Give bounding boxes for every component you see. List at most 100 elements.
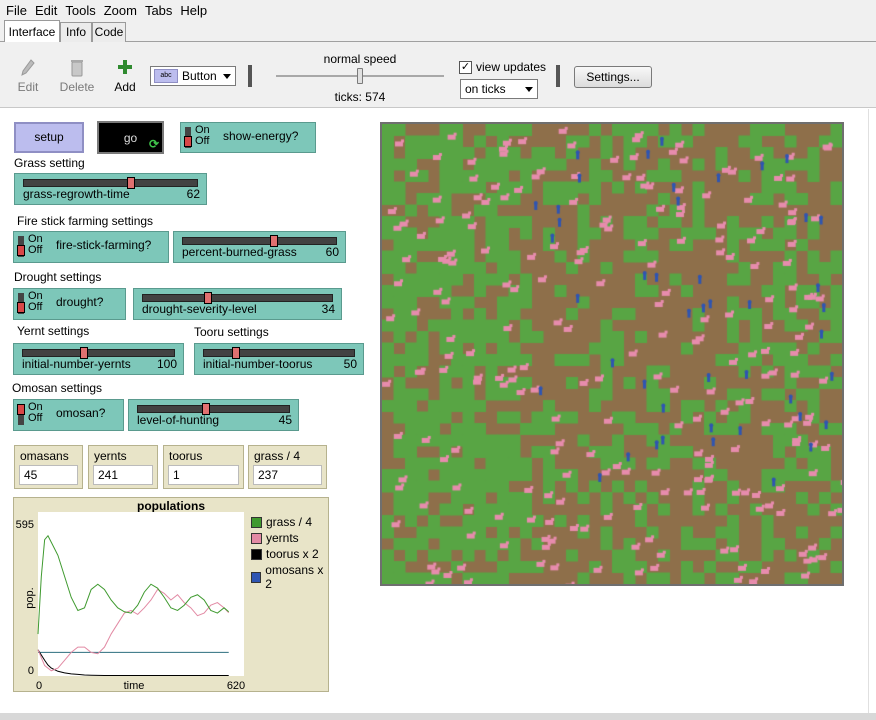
slider-track [22, 349, 175, 357]
monitor-label: grass / 4 [254, 449, 301, 463]
switch-label: omosan? [56, 406, 106, 420]
yernts-monitor: yernts 241 [88, 445, 158, 489]
slider-value: 60 [325, 245, 339, 259]
legend-item-yernts: yernts [251, 531, 299, 545]
horizontal-scrollbar[interactable] [0, 713, 876, 720]
grass-monitor: grass / 4 237 [248, 445, 327, 489]
button-widget-icon: abc [154, 69, 178, 83]
grass-regrowth-time-slider[interactable]: grass-regrowth-time 62 [14, 173, 207, 205]
switch-knob [17, 245, 25, 256]
x-tick-max: 620 [227, 680, 245, 692]
percent-burned-grass-slider[interactable]: percent-burned-grass 60 [173, 231, 346, 263]
slider-name: initial-number-toorus [203, 357, 313, 371]
plus-icon [105, 58, 145, 80]
monitor-label: toorus [169, 449, 203, 463]
legend-swatch [251, 571, 262, 583]
legend-label: toorus x 2 [266, 547, 319, 561]
menu-edit[interactable]: Edit [31, 3, 61, 18]
tab-info[interactable]: Info [60, 22, 92, 42]
switch-label: fire-stick-farming? [56, 238, 152, 252]
trash-icon [57, 58, 97, 80]
speed-slider-thumb[interactable] [357, 68, 363, 84]
drought-severity-level-slider[interactable]: drought-severity-level 34 [133, 288, 342, 320]
slider-value: 100 [156, 357, 177, 371]
plot-background [38, 512, 244, 676]
level-of-hunting-slider[interactable]: level-of-hunting 45 [128, 399, 299, 431]
y-tick-min: 0 [28, 665, 34, 677]
initial-number-toorus-slider[interactable]: initial-number-toorus 50 [194, 343, 364, 375]
checkmark-icon: ✓ [460, 61, 471, 73]
menu-zoom[interactable]: Zoom [100, 3, 141, 18]
view-updates-label: view updates [476, 60, 547, 74]
add-label: Add [114, 80, 136, 94]
toorus-monitor: toorus 1 [163, 445, 244, 489]
switch-track [17, 236, 25, 257]
slider-name: level-of-hunting [137, 413, 220, 427]
update-mode-dropdown[interactable]: on ticks [460, 79, 538, 99]
legend-label: omosans x 2 [265, 563, 324, 591]
slider-name: percent-burned-grass [182, 245, 297, 259]
ticks-counter: ticks: 574 [334, 90, 386, 104]
vertical-scrollbar[interactable] [868, 109, 876, 713]
world-canvas [382, 124, 842, 584]
yernt-section-label: Yernt settings [17, 324, 90, 338]
slider-name: grass-regrowth-time [23, 187, 130, 201]
drought-switch[interactable]: On Off drought? [13, 288, 126, 320]
x-axis-label: time [124, 680, 145, 692]
monitor-value: 237 [253, 465, 322, 485]
settings-button[interactable]: Settings... [574, 66, 652, 88]
omosan-switch[interactable]: On Off omosan? [13, 399, 124, 431]
chevron-down-icon [525, 87, 533, 92]
monitor-value: 241 [93, 465, 153, 485]
add-button[interactable]: Add [105, 58, 145, 94]
slider-value: 34 [321, 302, 335, 316]
switch-track [17, 404, 25, 425]
switch-knob [184, 136, 192, 147]
menu-help[interactable]: Help [176, 3, 211, 18]
delete-button[interactable]: Delete [57, 58, 97, 94]
chevron-down-icon [223, 74, 231, 79]
menu-tools[interactable]: Tools [61, 3, 99, 18]
widget-type-value: Button [182, 69, 217, 83]
toolbar-separator [248, 65, 252, 87]
switch-track [184, 127, 192, 148]
switch-off-label: Off [28, 412, 43, 424]
switch-label: drought? [56, 295, 104, 309]
legend-item-omosans: omosans x 2 [251, 563, 328, 591]
switch-off-label: Off [28, 301, 43, 313]
slider-value: 50 [343, 357, 357, 371]
drought-section-label: Drought settings [14, 270, 102, 284]
legend-swatch [251, 548, 262, 560]
edit-label: Edit [17, 80, 39, 94]
forever-icon: ⟳ [148, 137, 159, 151]
widget-type-dropdown[interactable]: abc Button [150, 66, 236, 86]
tab-code[interactable]: Code [92, 22, 126, 42]
edit-button[interactable]: Edit [8, 58, 48, 94]
monitor-value: 45 [19, 465, 78, 485]
populations-plot: populations 595 0 0 620 time pop. grass … [13, 497, 329, 692]
switch-track [17, 293, 25, 314]
tab-interface[interactable]: Interface [4, 20, 60, 43]
show-energy-switch[interactable]: On Off show-energy? [180, 122, 316, 153]
legend-swatch [251, 532, 262, 544]
monitor-label: omasans [20, 449, 69, 463]
toolbar: Edit Delete Add abc Button normal speed … [0, 42, 876, 108]
speed-label: normal speed [323, 52, 397, 66]
switch-off-label: Off [28, 244, 43, 256]
switch-label: show-energy? [223, 129, 299, 143]
slider-track [182, 237, 337, 245]
setup-button[interactable]: setup [14, 122, 84, 153]
switch-knob [17, 404, 25, 415]
menu-tabs[interactable]: Tabs [141, 3, 176, 18]
tab-bar: Interface Info Code [0, 20, 876, 43]
tooru-section-label: Tooru settings [194, 325, 269, 339]
fire-stick-farming-switch[interactable]: On Off fire-stick-farming? [13, 231, 169, 263]
slider-value: 45 [278, 413, 292, 427]
menu-file[interactable]: File [0, 3, 31, 18]
view-updates-checkbox[interactable]: ✓ [459, 61, 472, 74]
initial-number-yernts-slider[interactable]: initial-number-yernts 100 [13, 343, 184, 375]
slider-value: 62 [186, 187, 200, 201]
go-button[interactable]: go ⟳ [97, 121, 164, 154]
toolbar-separator [556, 65, 560, 87]
world-view[interactable] [380, 122, 844, 586]
